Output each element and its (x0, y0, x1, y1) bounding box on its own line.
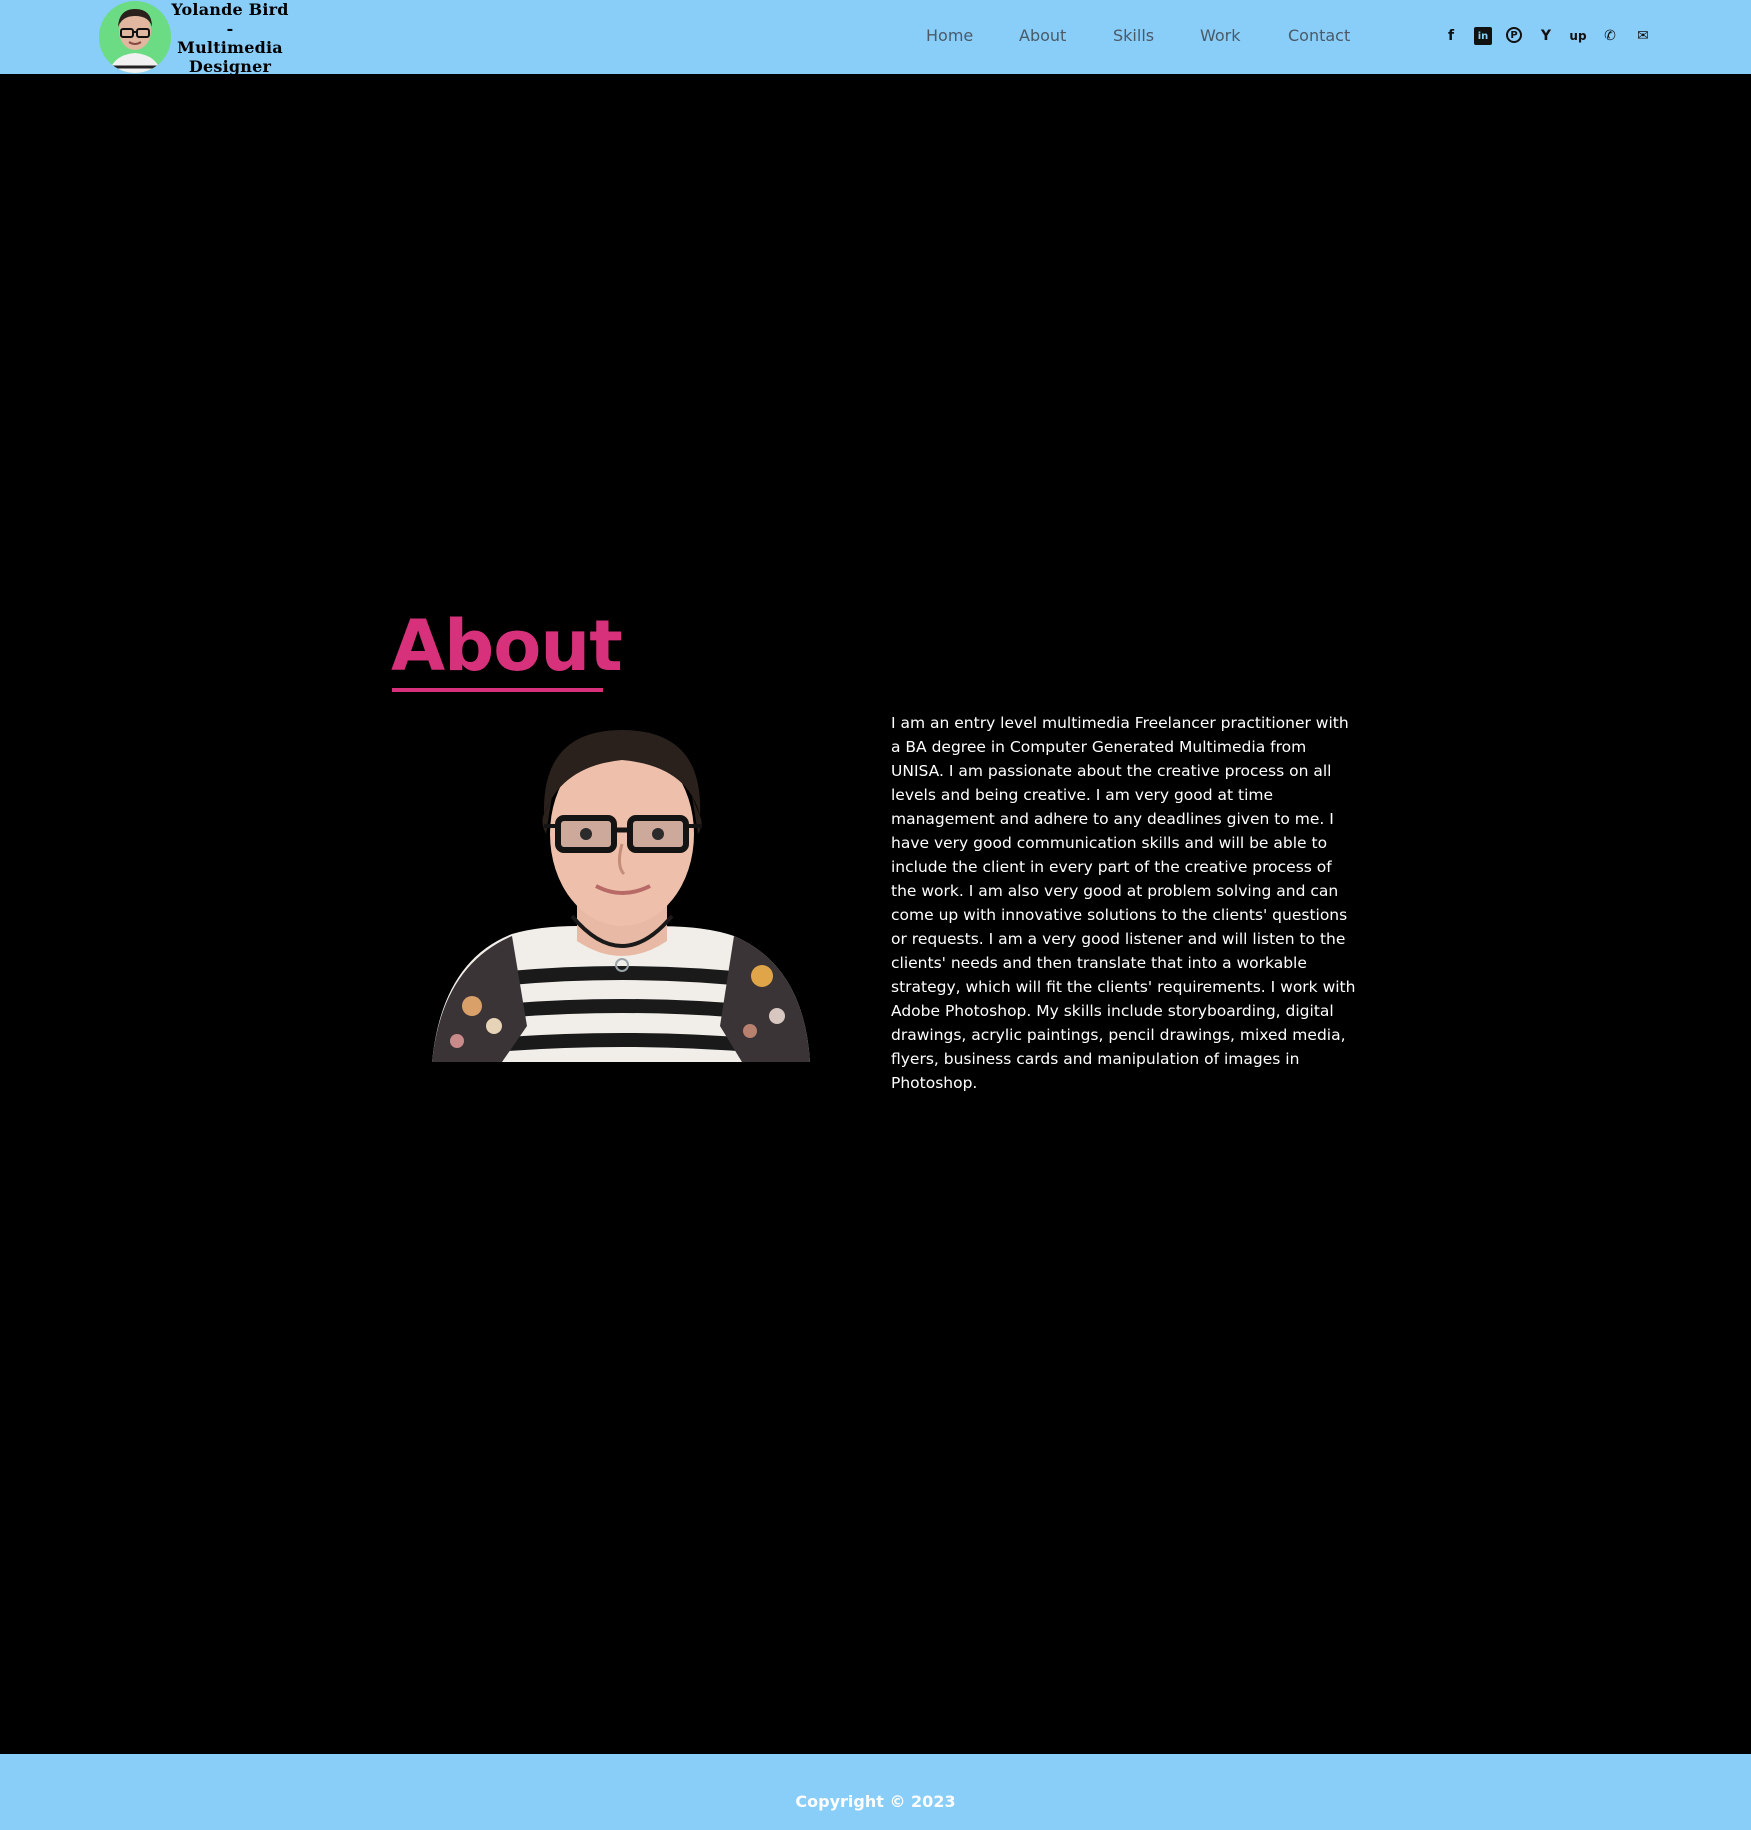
upwork-icon[interactable]: up (1569, 27, 1587, 45)
nav-contact[interactable]: Contact (1288, 26, 1350, 45)
nav-skills[interactable]: Skills (1113, 26, 1154, 45)
logo-line-dash: - (226, 19, 234, 38)
logo-line-name: Yolande Bird (171, 0, 289, 19)
nav-home[interactable]: Home (926, 26, 973, 45)
logo-line-role-2: Designer (188, 57, 272, 76)
profile-photo (432, 726, 812, 1062)
fiverr-icon[interactable]: Y (1537, 27, 1555, 45)
phone-icon[interactable]: ✆ (1601, 27, 1619, 45)
about-heading-underline (392, 688, 603, 692)
facebook-icon[interactable]: f (1442, 27, 1460, 45)
about-heading: About (391, 605, 623, 687)
nav-work[interactable]: Work (1200, 26, 1241, 45)
site-header: Yolande Bird - Multimedia Designer Home … (0, 0, 1751, 76)
logo-line-role: Multimedia (177, 38, 283, 57)
nav-about[interactable]: About (1019, 26, 1066, 45)
about-bio: I am an entry level multimedia Freelance… (891, 714, 1356, 1092)
copyright-text: Copyright © 2023 (795, 1792, 956, 1811)
logo-text[interactable]: Yolande Bird - Multimedia Designer (160, 0, 300, 76)
linkedin-icon[interactable]: in (1474, 27, 1492, 45)
pinterest-icon[interactable]: P (1506, 27, 1522, 43)
mail-icon[interactable]: ✉ (1634, 27, 1652, 45)
